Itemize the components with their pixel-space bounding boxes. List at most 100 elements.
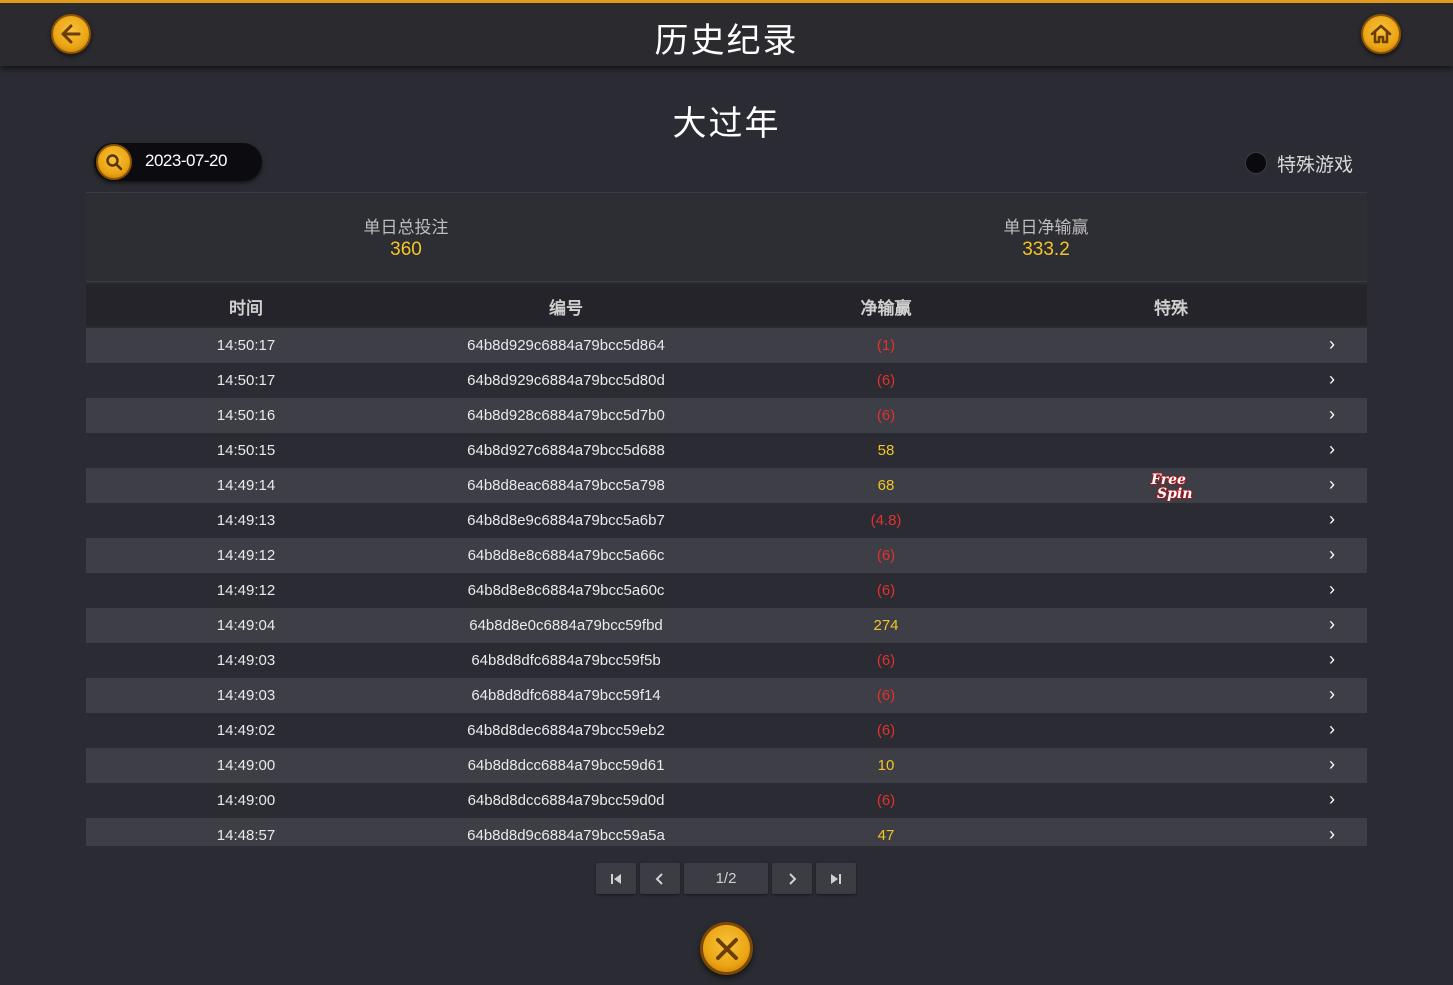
row-time: 14:49:00	[216, 757, 276, 774]
table-row[interactable]: 14:49:12 64b8d8e8c6884a79bcc5a60c (6) ›	[86, 573, 1367, 608]
table-row[interactable]: 14:49:04 64b8d8e0c6884a79bcc59fbd 274 ›	[86, 608, 1367, 643]
first-page-icon	[611, 873, 621, 884]
prev-page-button[interactable]	[640, 863, 680, 894]
header-time: 时间	[229, 299, 263, 319]
table-row[interactable]: 14:49:13 64b8d8e9c6884a79bcc5a6b7 (4.8) ›	[86, 503, 1367, 538]
row-id: 64b8d8dfc6884a79bcc59f5b	[471, 652, 661, 669]
row-id: 64b8d8e8c6884a79bcc5a60c	[467, 582, 665, 599]
total-bet-value: 360	[390, 239, 422, 260]
special-game-toggle[interactable]: 特殊游戏	[1245, 150, 1353, 176]
chevron-right-icon[interactable]: ›	[1322, 754, 1342, 775]
row-net: 10	[877, 757, 895, 774]
last-page-button[interactable]	[816, 863, 856, 894]
top-bar: 历史纪录	[0, 0, 1453, 66]
close-icon	[715, 937, 738, 960]
row-time: 14:50:17	[216, 372, 276, 389]
table-row[interactable]: 14:49:00 64b8d8dcc6884a79bcc59d61 10 ›	[86, 748, 1367, 783]
net-win-block: 单日净输赢 333.2	[886, 213, 1206, 261]
chevron-right-icon[interactable]: ›	[1322, 614, 1342, 635]
row-id: 64b8d8dcc6884a79bcc59d61	[467, 757, 665, 774]
table-row[interactable]: 14:49:12 64b8d8e8c6884a79bcc5a66c (6) ›	[86, 538, 1367, 573]
chevron-right-icon[interactable]: ›	[1322, 369, 1342, 390]
row-id: 64b8d927c6884a79bcc5d688	[467, 442, 665, 459]
row-net: 68	[877, 477, 895, 494]
row-net: (6)	[876, 547, 896, 564]
row-time: 14:49:13	[216, 512, 276, 529]
row-net: (6)	[876, 687, 896, 704]
game-title: 大过年	[672, 104, 781, 144]
chevron-right-icon[interactable]: ›	[1322, 509, 1342, 530]
table-row[interactable]: 14:49:14 64b8d8eac6884a79bcc5a798 68 Free Sp…	[86, 468, 1367, 503]
net-win-value: 333.2	[1022, 239, 1070, 260]
table-row[interactable]: 14:50:17 64b8d929c6884a79bcc5d864 (1) ›	[86, 328, 1367, 363]
first-page-button[interactable]	[596, 863, 636, 894]
next-page-button[interactable]	[772, 863, 812, 894]
chevron-right-icon[interactable]: ›	[1322, 404, 1342, 425]
radio-dot[interactable]	[1245, 152, 1267, 174]
total-bet-label: 单日总投注	[363, 218, 449, 238]
row-time: 14:49:04	[216, 617, 276, 634]
row-time: 14:50:16	[216, 407, 276, 424]
chevron-right-icon[interactable]: ›	[1322, 439, 1342, 460]
svg-text:Spin: Spin	[1157, 486, 1192, 502]
chevron-right-icon[interactable]: ›	[1322, 824, 1342, 845]
row-id: 64b8d929c6884a79bcc5d864	[467, 337, 665, 354]
chevron-right-icon[interactable]: ›	[1322, 649, 1342, 670]
chevron-right-icon[interactable]: ›	[1322, 789, 1342, 810]
net-win-label: 单日净输赢	[1003, 218, 1089, 238]
row-time: 14:50:15	[216, 442, 276, 459]
free-spin-icon: FreeSpin	[1149, 471, 1193, 502]
chevron-left-icon	[655, 872, 663, 885]
search-button[interactable]	[96, 144, 132, 180]
table-row[interactable]: 14:50:17 64b8d929c6884a79bcc5d80d (6) ›	[86, 363, 1367, 398]
row-net: 47	[877, 827, 895, 844]
row-net: (6)	[876, 372, 896, 389]
pagination: 1/2	[596, 863, 856, 894]
row-id: 64b8d8e0c6884a79bcc59fbd	[469, 617, 663, 634]
header-net: 净输赢	[860, 299, 912, 319]
daily-summary: 单日总投注 360 单日净输赢 333.2	[86, 192, 1367, 282]
chevron-right-icon[interactable]: ›	[1322, 544, 1342, 565]
last-page-icon	[831, 873, 841, 884]
table-row[interactable]: 14:49:02 64b8d8dec6884a79bcc59eb2 (6) ›	[86, 713, 1367, 748]
date-value: 2023-07-20	[145, 151, 227, 170]
row-id: 64b8d928c6884a79bcc5d7b0	[467, 407, 665, 424]
total-bet-block: 单日总投注 360	[246, 213, 566, 261]
table-row[interactable]: 14:49:03 64b8d8dfc6884a79bcc59f5b (6) ›	[86, 643, 1367, 678]
row-net: (6)	[876, 407, 896, 424]
chevron-right-icon[interactable]: ›	[1322, 579, 1342, 600]
chevron-right-icon[interactable]: ›	[1322, 719, 1342, 740]
row-net: 274	[873, 617, 899, 634]
row-time: 14:49:14	[216, 477, 276, 494]
row-id: 64b8d8dfc6884a79bcc59f14	[471, 687, 661, 704]
chevron-right-icon[interactable]: ›	[1322, 474, 1342, 495]
chevron-right-icon	[789, 872, 797, 885]
table-row[interactable]: 14:50:16 64b8d928c6884a79bcc5d7b0 (6) ›	[86, 398, 1367, 433]
home-icon	[1370, 24, 1392, 44]
row-time: 14:48:57	[216, 827, 276, 844]
row-id: 64b8d929c6884a79bcc5d80d	[467, 372, 665, 389]
row-time: 14:49:12	[216, 582, 276, 599]
home-button[interactable]	[1361, 14, 1401, 54]
row-id: 64b8d8e9c6884a79bcc5a6b7	[467, 512, 665, 529]
history-table-body: 14:50:17 64b8d929c6884a79bcc5d864 (1) › 14:5…	[86, 328, 1367, 846]
table-row[interactable]: 14:50:15 64b8d927c6884a79bcc5d688 58 ›	[86, 433, 1367, 468]
date-picker[interactable]: 2023-07-20	[94, 143, 262, 181]
row-net: (6)	[876, 792, 896, 809]
special-game-label: 特殊游戏	[1277, 153, 1354, 176]
close-button[interactable]	[700, 922, 753, 975]
table-row[interactable]: 14:48:57 64b8d8d9c6884a79bcc59a5a 47 ›	[86, 818, 1367, 846]
row-id: 64b8d8d9c6884a79bcc59a5a	[467, 827, 665, 844]
row-time: 14:49:03	[216, 687, 276, 704]
table-row[interactable]: 14:49:03 64b8d8dfc6884a79bcc59f14 (6) ›	[86, 678, 1367, 713]
chevron-right-icon[interactable]: ›	[1322, 334, 1342, 355]
row-id: 64b8d8e8c6884a79bcc5a66c	[467, 547, 665, 564]
row-id: 64b8d8dec6884a79bcc59eb2	[467, 722, 665, 739]
chevron-right-icon[interactable]: ›	[1322, 684, 1342, 705]
page-indicator: 1/2	[684, 863, 768, 894]
row-net: (4.8)	[870, 512, 902, 529]
row-net: (1)	[876, 337, 896, 354]
row-net: (6)	[876, 722, 896, 739]
table-row[interactable]: 14:49:00 64b8d8dcc6884a79bcc59d0d (6) ›	[86, 783, 1367, 818]
table-header: 时间 编号 净输赢 特殊	[86, 284, 1367, 326]
